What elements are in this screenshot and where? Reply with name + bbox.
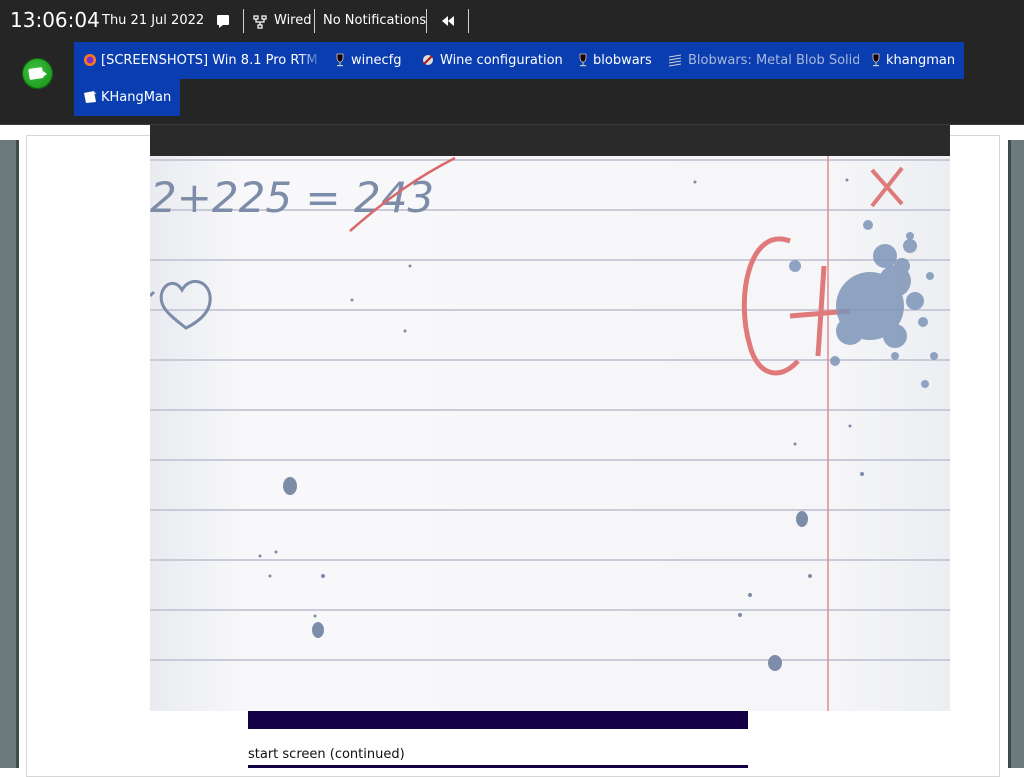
- firefox-icon: [84, 54, 96, 66]
- taskbar-item-khangman[interactable]: khangman: [859, 42, 964, 79]
- separator: [468, 9, 469, 33]
- taskbar-item-label: khangman: [886, 53, 956, 68]
- taskbar-item-label: Blobwars: Metal Blob Solid: [688, 53, 859, 68]
- wine-config-icon: [423, 55, 433, 65]
- image-caption: start screen (continued): [248, 747, 405, 762]
- rewind-icon[interactable]: [441, 15, 455, 27]
- taskbar-item-winecfg[interactable]: winecfg: [323, 42, 411, 79]
- taskbar-item-label: [SCREENSHOTS] Win 8.1 Pro RTM - B: [101, 53, 323, 68]
- page-side-border-right: [1008, 140, 1024, 768]
- taskbar-item-label: winecfg: [351, 53, 402, 68]
- taskbar-item-label: Wine configuration: [440, 53, 563, 68]
- page-side-border-left: [0, 140, 19, 768]
- chat-icon[interactable]: [216, 14, 230, 28]
- web-page: 2+225 = 243 start screen (continued): [0, 125, 1024, 777]
- date-label[interactable]: Thu 21 Jul 2022: [102, 13, 204, 28]
- taskbar-item-firefox[interactable]: [SCREENSHOTS] Win 8.1 Pro RTM - B: [74, 42, 323, 79]
- taskbar-item-blobwars-window[interactable]: Blobwars: Metal Blob Solid: [658, 42, 859, 79]
- taskbar-item-khangman-window[interactable]: KHangMan: [74, 79, 180, 116]
- launcher-icon: [28, 67, 47, 80]
- game-screenshot-image: 2+225 = 243: [150, 125, 950, 711]
- blobwars-icon: [668, 54, 682, 67]
- top-panel: 13:06:04 Thu 21 Jul 2022 Wired No Notifi…: [0, 0, 1024, 125]
- taskbar-item-wine-configuration[interactable]: Wine configuration: [411, 42, 566, 79]
- separator: [314, 9, 315, 33]
- network-label[interactable]: Wired: [274, 13, 312, 28]
- status-bar: 13:06:04 Thu 21 Jul 2022 Wired No Notifi…: [0, 0, 1024, 42]
- clock[interactable]: 13:06:04: [10, 8, 100, 32]
- separator: [426, 9, 427, 33]
- app-launcher-button[interactable]: [22, 58, 53, 89]
- taskbar-item-label: blobwars: [593, 53, 652, 68]
- notifications-label[interactable]: No Notifications: [323, 13, 426, 28]
- taskbar: [SCREENSHOTS] Win 8.1 Pro RTM - B winecf…: [74, 42, 964, 116]
- network-icon[interactable]: [252, 13, 268, 29]
- khangman-icon: [84, 90, 97, 103]
- notebook-paper-illustration: 2+225 = 243: [150, 156, 950, 711]
- caption-banner: [248, 711, 748, 729]
- taskbar-item-blobwars[interactable]: blobwars: [566, 42, 658, 79]
- wine-icon: [872, 53, 880, 67]
- wine-icon: [336, 53, 344, 67]
- wine-icon: [579, 53, 587, 67]
- taskbar-item-label: KHangMan: [101, 90, 172, 105]
- separator: [243, 9, 244, 33]
- screenshot-top-strip: [150, 125, 950, 156]
